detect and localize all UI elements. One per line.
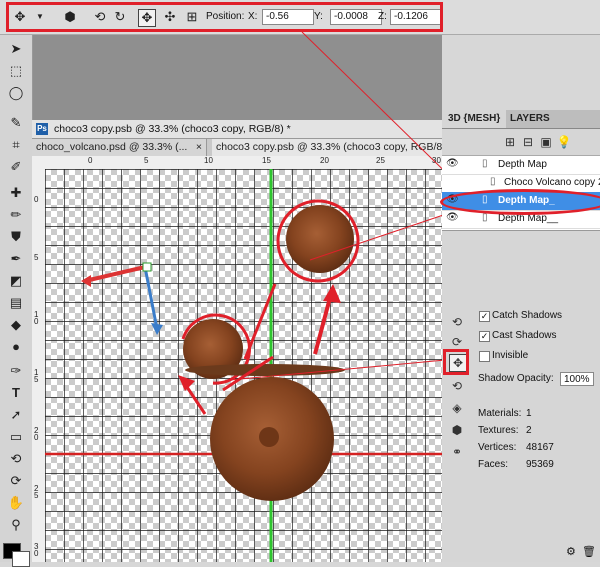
- textures-value: 2: [526, 425, 532, 436]
- eye-icon[interactable]: 👁: [446, 212, 459, 223]
- light-guide-icon[interactable]: ⚭: [449, 444, 465, 460]
- pan-tool-highlight: [443, 349, 469, 375]
- light-filter-icon[interactable]: 💡: [556, 134, 572, 150]
- faces-label: Faces:: [478, 459, 509, 470]
- textures-label: Textures:: [478, 425, 519, 436]
- catch-shadows-label: Catch Shadows: [492, 310, 563, 321]
- eye-icon[interactable]: 👁: [446, 158, 459, 169]
- panel-tabs: 3D {MESH} LAYERS: [442, 110, 600, 129]
- mesh-name: Choco Volcano copy 2: [504, 177, 600, 188]
- 3d-rotate-mesh-icon[interactable]: ⟲: [449, 314, 465, 330]
- vertices-value: 48167: [526, 442, 554, 453]
- vertices-label: Vertices:: [478, 442, 517, 453]
- catch-shadows-checkbox[interactable]: ✓: [479, 311, 490, 322]
- scene-filter-icon[interactable]: ⊞: [502, 134, 518, 150]
- materials-value: 1: [526, 408, 532, 419]
- mesh-name: Depth Map: [498, 159, 547, 170]
- callout-line: [229, 359, 446, 381]
- panel-filter-icons: ⊞ ⊟ ▣ 💡: [442, 129, 600, 156]
- cast-shadows-checkbox[interactable]: ✓: [479, 331, 490, 342]
- faces-value: 95369: [526, 459, 554, 470]
- mesh-icon: ▯: [490, 176, 496, 187]
- invisible-checkbox[interactable]: [479, 351, 490, 362]
- render-settings-icon[interactable]: ⚙: [566, 545, 576, 558]
- 3d-roll-mesh-icon[interactable]: ⟳: [449, 334, 465, 350]
- materials-label: Materials:: [478, 408, 522, 419]
- cast-shadows-label: Cast Shadows: [492, 330, 557, 341]
- mesh-filter-icon[interactable]: ⊟: [520, 134, 536, 150]
- selected-row-highlight: [440, 189, 600, 215]
- material-filter-icon[interactable]: ▣: [538, 134, 554, 150]
- tab-layers[interactable]: LAYERS: [504, 110, 556, 128]
- invisible-label: Invisible: [492, 350, 529, 361]
- mesh-icon: ▯: [482, 158, 488, 169]
- shadow-opacity-input[interactable]: 100%: [560, 372, 594, 386]
- 3d-scale-mesh-icon[interactable]: ◈: [449, 400, 465, 416]
- cube-icon[interactable]: ⬢: [449, 422, 465, 438]
- list-item[interactable]: 👁 ▯ Depth Map: [442, 156, 600, 175]
- tab-3d-mesh[interactable]: 3D {MESH}: [442, 110, 507, 128]
- shadow-opacity-label: Shadow Opacity:: [478, 373, 554, 384]
- trash-icon[interactable]: 🗑: [582, 545, 596, 558]
- 3d-slide-mesh-icon[interactable]: ⟲: [449, 378, 465, 394]
